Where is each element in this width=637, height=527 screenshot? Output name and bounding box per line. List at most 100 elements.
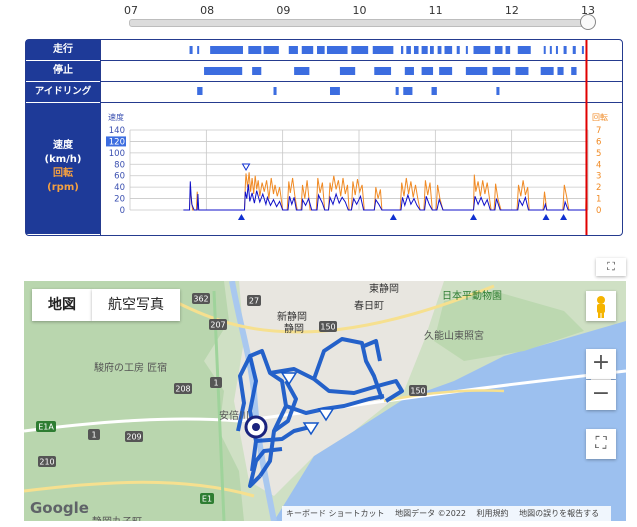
run-bar xyxy=(248,46,262,54)
speed-peak-marker xyxy=(241,163,251,171)
speed-tick-label: 20 xyxy=(114,195,125,205)
rpm-tick-label: 5 xyxy=(596,149,601,159)
rpm-tick-label: 4 xyxy=(596,160,601,170)
rpm-tick-label: 7 xyxy=(596,126,601,136)
run-bar xyxy=(351,46,369,54)
rpm-tick-label: 6 xyxy=(596,137,601,147)
route-map[interactable]: 362 27 207 1 208 E1A 1 209 210 E1 150 15… xyxy=(24,281,626,521)
google-logo: Google xyxy=(30,499,89,517)
run-bar xyxy=(494,46,503,54)
place-label: 安倍川 xyxy=(219,411,249,422)
idle-bar xyxy=(403,87,413,95)
run-bar xyxy=(406,46,411,54)
street-view-pegman-button[interactable] xyxy=(586,291,616,321)
rpm-tick-label: 0 xyxy=(596,206,601,216)
road-number-label: 209 xyxy=(126,433,141,442)
timeline-hour-labels: 07 08 09 10 11 12 13 xyxy=(0,0,637,18)
rpm-tick-label: 2 xyxy=(596,183,601,193)
run-bar xyxy=(197,46,200,54)
run-bar xyxy=(263,46,279,54)
run-bar xyxy=(444,46,453,54)
run-bar xyxy=(189,46,193,54)
run-bar xyxy=(473,46,491,54)
idle-bar xyxy=(395,87,399,95)
road-number-label: E1A xyxy=(38,423,54,432)
event-marker xyxy=(470,214,477,220)
road-number-label: 1 xyxy=(91,431,96,440)
road-number-label: E1 xyxy=(202,495,212,504)
timeline-hour-label: 11 xyxy=(428,4,443,17)
event-marker xyxy=(542,214,550,220)
road-number-label: 207 xyxy=(210,321,225,330)
run-bar xyxy=(372,46,394,54)
run-bar xyxy=(543,46,546,54)
stop-bar xyxy=(252,67,262,75)
road-number-label: 150 xyxy=(410,387,425,396)
stop-bar xyxy=(374,67,392,75)
place-label: 春日町 xyxy=(354,301,384,312)
run-bar xyxy=(317,46,325,54)
speed-tick-label: 80 xyxy=(114,160,125,170)
map-type-aerial-button[interactable]: 航空写真 xyxy=(92,289,180,321)
road-number-label: 150 xyxy=(320,323,335,332)
run-bar xyxy=(301,46,314,54)
speed-tick-label: 60 xyxy=(114,172,125,182)
timeline-slider-track[interactable] xyxy=(129,19,591,27)
event-marker xyxy=(560,214,568,220)
run-bar xyxy=(572,46,576,54)
stop-bar xyxy=(492,67,511,75)
stop-bar xyxy=(571,67,577,75)
stop-bar xyxy=(557,67,564,75)
idle-bar xyxy=(197,87,203,95)
zoom-out-button[interactable]: − xyxy=(586,380,616,410)
timeline-hour-label: 07 xyxy=(124,4,138,17)
timeline-slider-thumb[interactable] xyxy=(580,14,596,30)
run-bar xyxy=(429,46,434,54)
rpm-tick-label: 1 xyxy=(596,195,601,205)
run-bar xyxy=(555,46,558,54)
speed-tick-label: 120 xyxy=(109,137,125,147)
speed-series-line xyxy=(183,181,587,211)
idle-bar xyxy=(273,87,277,95)
run-bar xyxy=(465,46,468,54)
keyboard-shortcuts-link[interactable]: キーボード ショートカット xyxy=(286,509,385,518)
idle-bar xyxy=(329,87,340,95)
rpm-axis-title: 回転 xyxy=(592,113,608,122)
stop-bar xyxy=(339,67,356,75)
run-bar xyxy=(581,46,584,54)
timeline-hour-label: 12 xyxy=(504,4,519,17)
operation-chart: 速度 回転02040608010012014001234567 xyxy=(106,40,608,235)
map-footer: キーボード ショートカット 地図データ ©2022 利用規約 地図の誤りを報告す… xyxy=(282,506,612,521)
speed-tick-label: 140 xyxy=(109,126,125,136)
stop-bar xyxy=(439,67,445,75)
run-bar xyxy=(456,46,460,54)
place-label: 日本平動物園 xyxy=(442,291,502,302)
map-fullscreen-button[interactable]: ⛶ xyxy=(586,429,616,459)
stop-bar xyxy=(421,67,434,75)
place-label: 東静岡 xyxy=(369,284,399,295)
idle-bar xyxy=(496,87,500,95)
map-type-map-button[interactable]: 地図 xyxy=(32,289,92,321)
road-number-label: 362 xyxy=(193,295,208,304)
road-number-label: 208 xyxy=(175,385,190,394)
timeline-hour-label: 08 xyxy=(200,4,215,17)
road-number-label: 27 xyxy=(249,297,259,306)
run-bar xyxy=(505,46,511,54)
expand-map-button[interactable]: ⛶ xyxy=(596,258,626,276)
speed-tick-label: 40 xyxy=(114,183,125,193)
run-bar xyxy=(549,46,552,54)
speed-axis-title: 速度 xyxy=(108,112,124,122)
road-number-label: 210 xyxy=(39,458,54,467)
terms-link[interactable]: 利用規約 xyxy=(477,509,509,518)
run-bar xyxy=(437,46,442,54)
event-marker xyxy=(389,214,397,220)
stop-bar xyxy=(444,67,453,75)
report-error-link[interactable]: 地図の誤りを報告する xyxy=(519,509,599,518)
stop-bar xyxy=(540,67,554,75)
rpm-tick-label: 3 xyxy=(596,172,601,182)
stop-bar xyxy=(294,67,310,75)
zoom-in-button[interactable]: + xyxy=(586,349,616,379)
run-bar xyxy=(563,46,567,54)
idle-bar xyxy=(431,87,437,95)
place-label: 久能山東照宮 xyxy=(424,331,484,342)
